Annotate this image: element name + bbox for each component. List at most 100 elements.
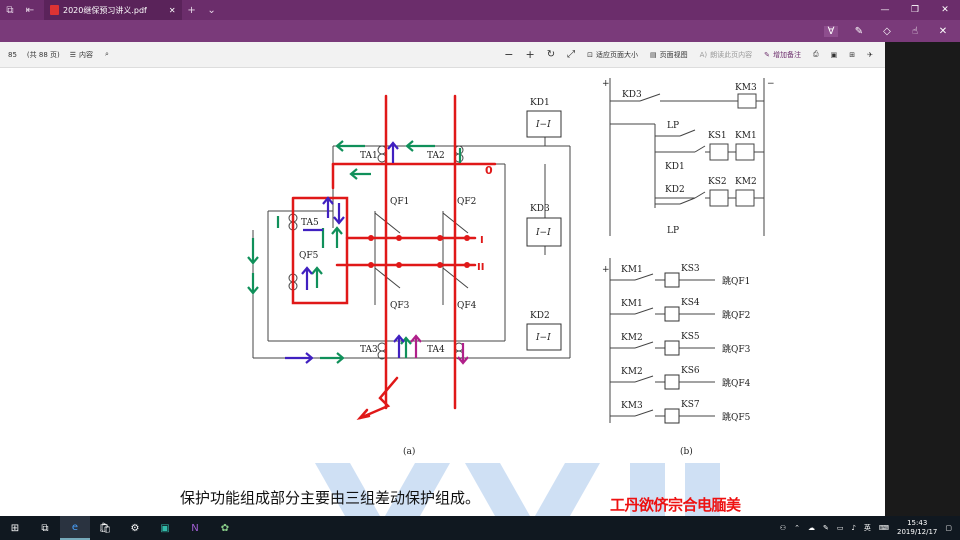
- store-app[interactable]: 🛍: [90, 516, 120, 540]
- other-app[interactable]: ✿: [210, 516, 240, 540]
- people-icon[interactable]: ⚇: [780, 524, 786, 532]
- fit-page-label: 适应页面大小: [595, 50, 638, 59]
- trip-coil: [664, 306, 680, 322]
- touch-write-icon[interactable]: ☝: [908, 26, 922, 37]
- tab-actions-icon[interactable]: ⧉: [0, 0, 20, 20]
- trip-target-label: 跳QF3: [722, 343, 751, 355]
- page-caption: 保护功能组成部分主要由三组差动保护组成。: [180, 489, 481, 507]
- close-ink-icon[interactable]: ✕: [936, 26, 950, 37]
- eraser-icon[interactable]: ◇: [880, 26, 894, 37]
- highlighter-icon[interactable]: ✎: [852, 26, 866, 37]
- pdf-file-icon: [50, 5, 59, 15]
- pen-workspace-icon[interactable]: ✎: [823, 524, 829, 532]
- trip-ks-label: KS4: [681, 298, 700, 308]
- ime-indicator[interactable]: 英: [864, 523, 871, 533]
- read-aloud-label: 朗读此页内容: [710, 50, 753, 59]
- plus-terminal-2: +: [602, 265, 610, 275]
- bus-I-label: I: [480, 235, 484, 246]
- settings-app[interactable]: ⚙: [120, 516, 150, 540]
- reader-toolbar: 85 (共 88 页) ☰ 内容 ⌕ − + ↻ ⤢ ⊡ 适应页面大小 ▤ 页面…: [0, 42, 885, 68]
- page-view-button[interactable]: ▤ 页面视图: [650, 50, 688, 60]
- fit-page-button[interactable]: ⊡ 适应页面大小: [587, 50, 638, 60]
- notifications-icon[interactable]: ▢: [945, 524, 952, 532]
- trip-ks-label: KS6: [681, 366, 700, 376]
- rotate-icon: ↻: [546, 49, 556, 60]
- trip-km-label: KM1: [621, 265, 643, 275]
- gear-icon: ⚙: [130, 522, 140, 534]
- store-icon: 🛍: [98, 522, 112, 534]
- save-button[interactable]: ▣: [831, 51, 838, 59]
- new-tab-button[interactable]: +: [182, 0, 202, 20]
- clock[interactable]: 15:43 2019/12/17: [897, 519, 937, 537]
- trip-rows: KM1 KS3 跳QF1 KM1 KS4 跳QF2 KM2 KS5 跳QF3 KM2 KS6 跳QF4…: [610, 264, 751, 424]
- set-aside-tabs-icon[interactable]: ⇤: [20, 0, 40, 20]
- figure-a-label: (a): [403, 446, 415, 457]
- read-aloud-icon: A): [699, 50, 708, 59]
- relay-symbol-3: I−I: [535, 228, 551, 238]
- trip-km-label: KM1: [621, 299, 643, 309]
- search-button[interactable]: ⌕: [105, 50, 109, 59]
- trip-coil: [664, 340, 680, 356]
- photos-app[interactable]: ▣: [150, 516, 180, 540]
- label-KD3: KD3: [530, 204, 550, 214]
- edge-app[interactable]: e: [60, 516, 90, 540]
- relay-symbol-2: I−I: [535, 333, 551, 343]
- tab-list-button[interactable]: ⌄: [202, 0, 222, 20]
- network-icon[interactable]: ☁: [808, 524, 815, 532]
- figure-b-label: (b): [680, 446, 693, 457]
- zoom-in-button[interactable]: +: [526, 48, 535, 61]
- trip-target-label: 跳QF4: [722, 377, 751, 389]
- trip-coil: [664, 272, 680, 288]
- label-b-KS2: KS2: [708, 177, 727, 187]
- battery-icon[interactable]: ▭: [837, 524, 844, 532]
- restore-button[interactable]: ❐: [900, 0, 930, 20]
- save-as-button[interactable]: ⊞: [849, 51, 855, 59]
- page-number-input[interactable]: 85: [8, 51, 17, 59]
- contents-button[interactable]: ☰ 内容: [70, 50, 93, 60]
- fullscreen-button[interactable]: ⤢: [567, 49, 575, 60]
- read-aloud-button[interactable]: A) 朗读此页内容: [700, 50, 753, 60]
- start-button[interactable]: ⊞: [0, 516, 30, 540]
- tab-title: 2020继保预习讲义.pdf: [63, 5, 147, 15]
- label-b-KD1: KD1: [665, 162, 685, 172]
- trip-target-label: 跳QF5: [722, 411, 751, 423]
- windows-icon: ⊞: [10, 522, 20, 534]
- chevron-up-icon[interactable]: ⌃: [794, 524, 800, 532]
- minimize-button[interactable]: —: [870, 0, 900, 20]
- title-bar: ⧉ ⇤ 2020继保预习讲义.pdf ✕ + ⌄ — ❐ ✕: [0, 0, 960, 20]
- pen-icon[interactable]: ∀: [824, 25, 838, 37]
- tab-close-icon[interactable]: ✕: [169, 6, 176, 15]
- keyboard-icon[interactable]: ⌨: [879, 524, 889, 532]
- save-as-icon: ⊞: [849, 50, 856, 59]
- pin-button[interactable]: ✈: [867, 51, 873, 59]
- add-note-icon: ✎: [764, 50, 771, 59]
- minus-terminal: −: [767, 79, 775, 89]
- trip-ks-label: KS3: [681, 264, 700, 274]
- add-note-button[interactable]: ✎ 增加备注: [764, 50, 801, 60]
- label-QF4: QF4: [457, 301, 477, 311]
- trip-coil: [664, 408, 680, 424]
- label-QF1: QF1: [390, 197, 409, 207]
- tab-pdf[interactable]: 2020继保预习讲义.pdf ✕: [44, 0, 182, 20]
- zoom-out-button[interactable]: −: [504, 48, 513, 61]
- task-view-icon: ⧉: [41, 522, 49, 534]
- pdf-page[interactable]: KD1 KD3 KD2 I−I I−I I−I TA1 TA2 TA3 TA4 …: [75, 68, 885, 516]
- pin-icon: ✈: [867, 50, 873, 59]
- clock-time: 15:43: [907, 519, 928, 527]
- trip-target-label: 跳QF1: [722, 275, 750, 287]
- label-QF5: QF5: [299, 251, 319, 261]
- save-icon: ▣: [830, 50, 838, 59]
- ink-toolbar: ∀ ✎ ◇ ☝ ✕: [0, 20, 960, 42]
- close-window-button[interactable]: ✕: [930, 0, 960, 20]
- bus-II-label: II: [477, 262, 484, 273]
- app-icon: ✿: [220, 522, 230, 534]
- rotate-button[interactable]: ↻: [547, 49, 555, 60]
- label-TA4: TA4: [427, 345, 445, 355]
- print-button[interactable]: ⎙: [813, 50, 819, 59]
- task-view-button[interactable]: ⧉: [30, 516, 60, 540]
- trip-ks-label: KS7: [681, 400, 700, 410]
- trip-coil: [664, 374, 680, 390]
- onenote-icon: N: [191, 522, 199, 534]
- volume-icon[interactable]: ♪: [851, 524, 855, 532]
- onenote-app[interactable]: N: [180, 516, 210, 540]
